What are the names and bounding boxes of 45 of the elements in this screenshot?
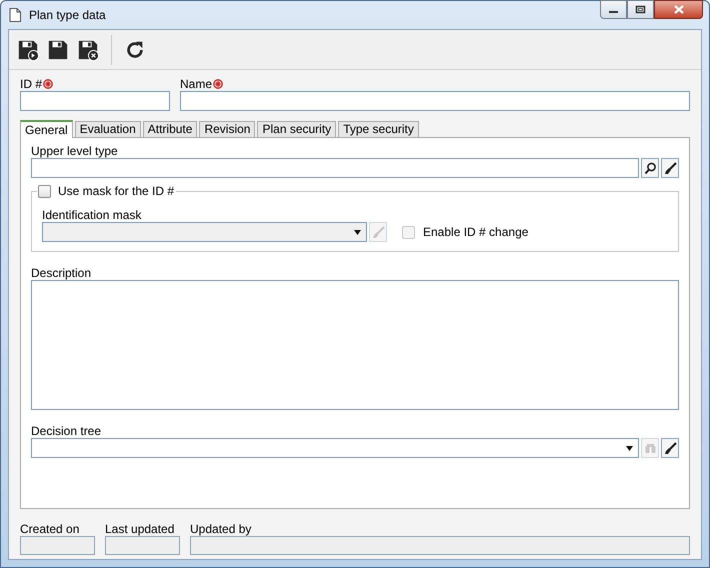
save-close-icon[interactable] — [77, 38, 99, 60]
brush-icon — [664, 162, 676, 174]
dropdown[interactable] — [31, 438, 639, 458]
field-label: Decision tree — [31, 424, 102, 438]
save-icon[interactable] — [47, 38, 69, 60]
binoculars-icon — [644, 442, 656, 454]
field-label: Description — [31, 266, 92, 280]
text-field[interactable] — [105, 536, 180, 555]
minimize-button[interactable] — [600, 0, 627, 19]
field-label: Updated by — [190, 522, 252, 536]
save-new-icon[interactable] — [17, 38, 39, 60]
caret-icon — [354, 230, 361, 234]
tab[interactable]: Plan security — [257, 121, 336, 137]
field-label: ID # — [20, 77, 42, 91]
checkbox[interactable] — [38, 184, 51, 198]
tab[interactable]: Evaluation — [74, 121, 141, 137]
caret-icon — [626, 446, 633, 450]
field-label: Last updated — [105, 522, 176, 536]
brush-icon — [372, 226, 384, 238]
close-icon — [672, 5, 684, 14]
tab[interactable]: Attribute — [142, 121, 198, 137]
text-field[interactable] — [190, 536, 690, 555]
field-label: Created on — [20, 522, 80, 536]
restore-icon — [635, 5, 646, 14]
field-label: Identification mask — [42, 208, 142, 222]
search-icon — [644, 162, 656, 174]
field-label: Name — [180, 77, 212, 91]
text-field[interactable] — [20, 536, 95, 555]
tab[interactable]: Revision — [199, 121, 256, 137]
tab[interactable]: General — [20, 120, 73, 138]
field-label: Upper level type — [31, 144, 119, 158]
text-field[interactable] — [180, 91, 690, 111]
close-button[interactable] — [654, 0, 703, 19]
checkbox-label: Enable ID # change — [423, 225, 528, 239]
brush-button[interactable] — [661, 438, 679, 458]
document-icon — [9, 8, 21, 22]
search-button[interactable] — [641, 158, 659, 178]
window-title: Plan type data — [29, 8, 106, 22]
tab[interactable]: Type security — [338, 121, 419, 137]
text-field[interactable] — [20, 91, 170, 111]
checkbox-label: Use mask for the ID # — [58, 184, 174, 198]
brush-icon — [664, 442, 676, 454]
restore-button[interactable] — [627, 0, 654, 19]
brush-button[interactable] — [661, 158, 679, 178]
text-field[interactable] — [31, 158, 639, 178]
